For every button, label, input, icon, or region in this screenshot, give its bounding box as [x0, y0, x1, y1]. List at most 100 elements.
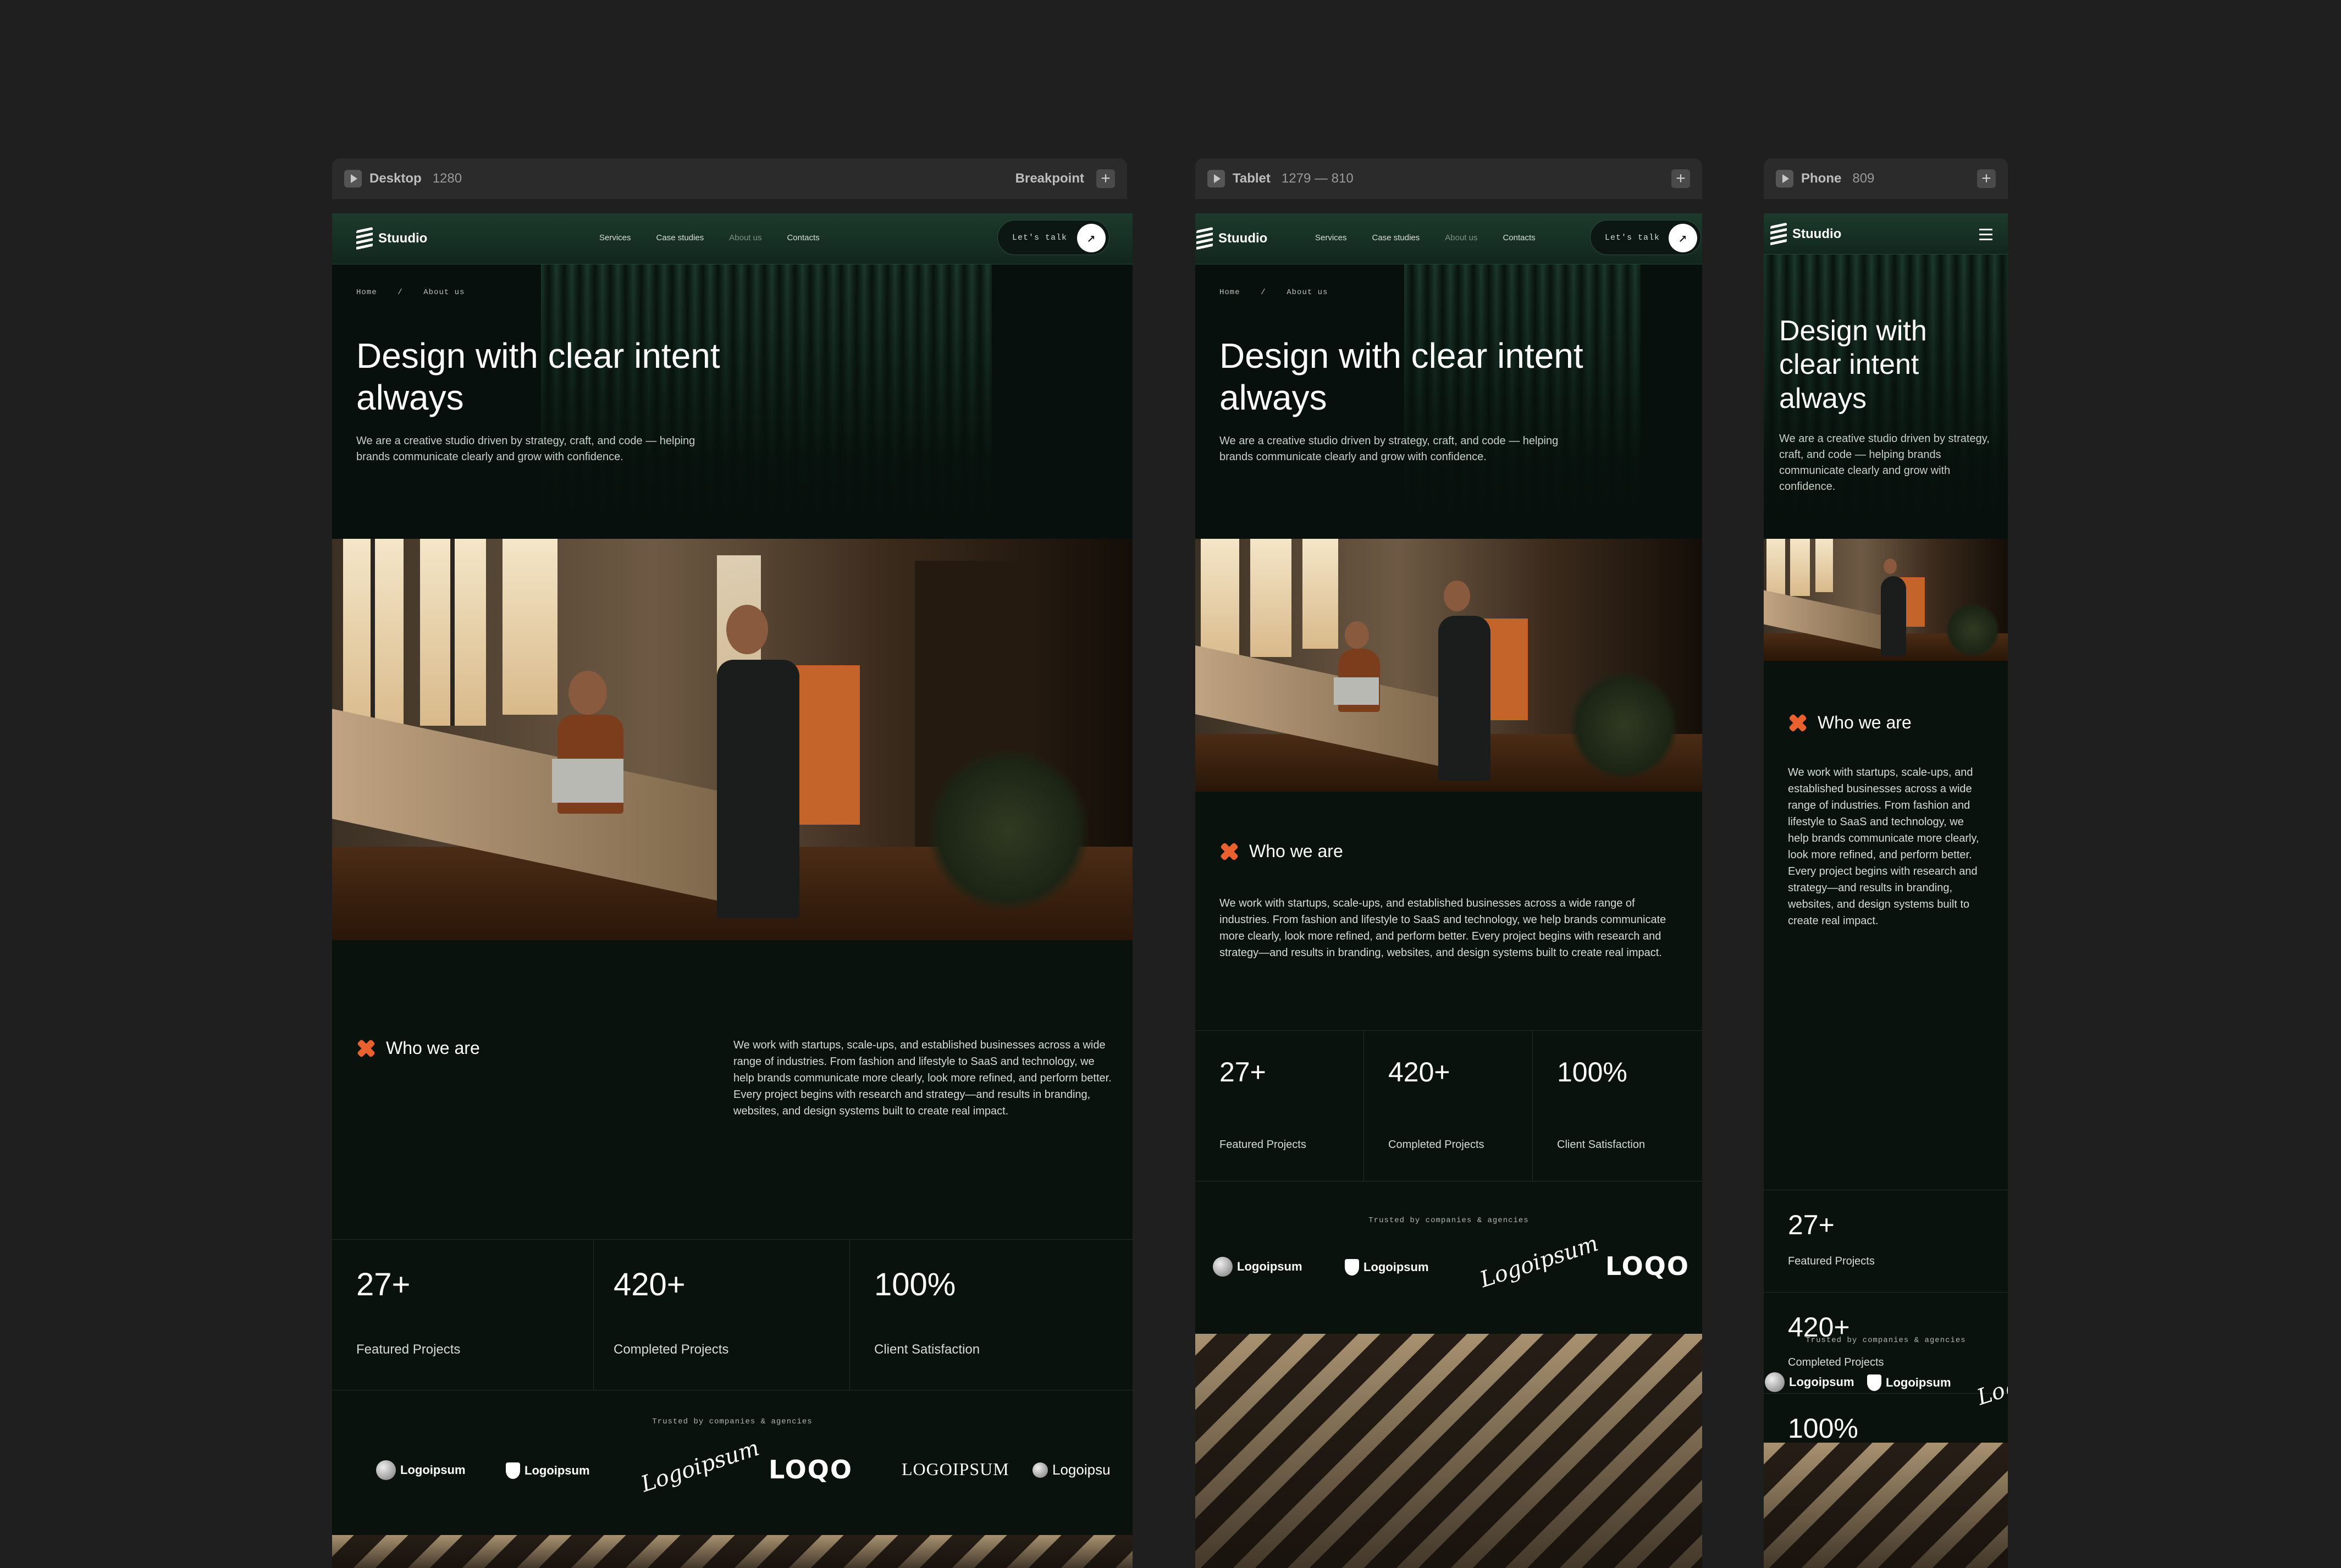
breadcrumb: Home / About us: [1219, 288, 1328, 297]
play-icon[interactable]: [344, 170, 362, 187]
breadcrumb-home[interactable]: Home: [1219, 288, 1240, 297]
navbar: Stuudio: [1764, 213, 2008, 255]
breadcrumb-current: About us: [423, 288, 465, 297]
nav-link-about-us[interactable]: About us: [1445, 233, 1477, 242]
lets-talk-label: Let's talk: [1605, 233, 1660, 242]
tablet-page: Stuudio Services Case studies About us C…: [1195, 213, 1702, 1568]
hero-subtitle: We are a creative studio driven by strat…: [1779, 433, 1990, 493]
frame-width: 1280: [432, 171, 462, 186]
breakpoint-label[interactable]: Breakpoint: [1015, 171, 1084, 186]
nav-links: Services Case studies About us Contacts: [1315, 233, 1561, 242]
navbar: Stuudio Services Case studies About us C…: [332, 213, 1133, 264]
page-title: Design with clear intent always: [356, 336, 720, 417]
arrow-up-right-icon: ↗: [1669, 224, 1697, 252]
frame-name: Tablet: [1233, 171, 1271, 186]
logo-logoipsum-1: Logoipsum: [1213, 1257, 1302, 1277]
hero-section: Stuudio Services Case studies About us C…: [1195, 213, 1702, 539]
nav-link-contacts[interactable]: Contacts: [1503, 233, 1535, 242]
phone-frame-bar: Phone 809 +: [1764, 158, 2008, 199]
hero-subtitle: We are a creative studio driven by strat…: [1219, 435, 1559, 463]
nav-links: Services Case studies About us Contacts: [599, 233, 845, 242]
stat-featured: 27+ Featured Projects: [1764, 1190, 2008, 1292]
aerial-photo-phone: [1764, 1443, 2008, 1568]
cross-icon: [356, 1039, 376, 1058]
nav-link-services[interactable]: Services: [1315, 233, 1347, 242]
logo-logoipsum-1: Logoipsum: [376, 1460, 466, 1480]
cross-icon: [1788, 713, 1808, 733]
logo-logoipsum-serif: LOGOIPSUM: [902, 1459, 1009, 1479]
play-icon[interactable]: [1207, 170, 1225, 187]
breadcrumb: Home / About us: [356, 288, 465, 297]
office-photo: [1764, 539, 2008, 661]
breadcrumb-home[interactable]: Home: [356, 288, 377, 297]
navbar: Stuudio Services Case studies About us C…: [1195, 213, 1702, 264]
brand-logo[interactable]: Stuudio: [356, 227, 428, 251]
lets-talk-button[interactable]: Let's talk ↗: [997, 220, 1109, 255]
nav-link-about-us[interactable]: About us: [729, 233, 761, 242]
trusted-label: Trusted by companies & agencies: [652, 1417, 813, 1426]
page-title: Design with clear intent always: [1779, 315, 1927, 415]
stat-completed: 420+ Completed Projects: [594, 1239, 850, 1390]
plus-icon[interactable]: +: [1671, 169, 1690, 188]
arrow-up-right-icon: ↗: [1077, 224, 1106, 252]
nav-link-case-studies[interactable]: Case studies: [656, 233, 704, 242]
page-title: Design with clear intent always: [1219, 336, 1583, 417]
play-icon[interactable]: [1776, 170, 1793, 187]
office-photo: [332, 539, 1133, 940]
frame-name: Desktop: [369, 171, 422, 186]
stat-completed: 420+ Completed Projects: [1364, 1030, 1533, 1181]
nav-link-case-studies[interactable]: Case studies: [1372, 233, 1420, 242]
cross-icon: [1219, 842, 1239, 862]
who-we-are-text: We work with startups, scale-ups, and es…: [1788, 766, 1979, 927]
logo-logoipsum-2: Logoipsum: [1345, 1259, 1429, 1276]
who-we-are-text: We work with startups, scale-ups, and es…: [1219, 897, 1666, 959]
stuudio-logo-icon: [1196, 227, 1213, 251]
frame-name: Phone: [1801, 171, 1842, 186]
nav-link-services[interactable]: Services: [599, 233, 631, 242]
desktop-frame-bar: Desktop 1280 Breakpoint +: [332, 158, 1127, 199]
who-we-are-heading: Who we are: [1788, 713, 1912, 733]
logo-logoipsum-2: Logoipsum: [1867, 1374, 1951, 1391]
who-we-are-heading: Who we are: [1219, 841, 1343, 862]
logo-loqo: LOQO: [769, 1455, 853, 1484]
breadcrumb-current: About us: [1287, 288, 1328, 297]
frame-width: 1279 — 810: [1281, 171, 1354, 186]
frame-width: 809: [1852, 171, 1875, 186]
plus-icon[interactable]: +: [1977, 169, 1996, 188]
brand-name: Stuudio: [1792, 227, 1842, 241]
brand-name: Stuudio: [378, 231, 428, 246]
stuudio-logo-icon: [1770, 222, 1787, 246]
logo-loqo: LOQO: [1605, 1251, 1690, 1281]
who-we-are-heading: Who we are: [356, 1038, 480, 1058]
office-photo: [1195, 539, 1702, 792]
trusted-label: Trusted by companies & agencies: [1806, 1336, 1966, 1345]
brand-logo[interactable]: Stuudio: [1196, 227, 1268, 251]
aerial-photo-tablet: [1195, 1334, 1702, 1568]
stat-featured: 27+ Featured Projects: [1195, 1030, 1364, 1181]
phone-page: Stuudio Design with clear intent always …: [1764, 213, 2008, 1568]
lets-talk-label: Let's talk: [1012, 233, 1068, 242]
stat-featured: 27+ Featured Projects: [332, 1239, 594, 1390]
hero-section: Stuudio Services Case studies About us C…: [332, 213, 1133, 539]
logo-logoipsum-2: Logoipsum: [506, 1462, 590, 1479]
trusted-label: Trusted by companies & agencies: [1368, 1216, 1529, 1225]
stat-satisfaction: 100% Client Satisfaction: [1533, 1030, 1702, 1181]
hero-subtitle: We are a creative studio driven by strat…: [356, 435, 695, 463]
lets-talk-button[interactable]: Let's talk ↗: [1590, 220, 1701, 255]
logo-logoipsum-script: Logoipsum: [1477, 1230, 1602, 1293]
stat-satisfaction: 100% Client Satisfaction: [850, 1239, 1133, 1390]
logo-logoipsu: Logoipsu: [1033, 1461, 1111, 1478]
menu-icon[interactable]: [1979, 229, 1992, 244]
tablet-frame-bar: Tablet 1279 — 810 +: [1195, 158, 1702, 199]
nav-link-contacts[interactable]: Contacts: [787, 233, 819, 242]
who-we-are-text: We work with startups, scale-ups, and es…: [733, 1039, 1112, 1117]
brand-logo[interactable]: Stuudio: [1770, 222, 1842, 246]
logo-logoipsum-1: Logoipsum: [1765, 1372, 1854, 1392]
plus-icon[interactable]: +: [1096, 169, 1115, 188]
aerial-photo-desktop: [332, 1535, 1133, 1568]
brand-name: Stuudio: [1218, 231, 1268, 246]
logo-logoipsum-script: Logoipsum: [638, 1435, 763, 1498]
desktop-page: Stuudio Services Case studies About us C…: [332, 213, 1133, 1568]
stuudio-logo-icon: [356, 227, 373, 251]
hero-section: Stuudio Design with clear intent always …: [1764, 213, 2008, 539]
